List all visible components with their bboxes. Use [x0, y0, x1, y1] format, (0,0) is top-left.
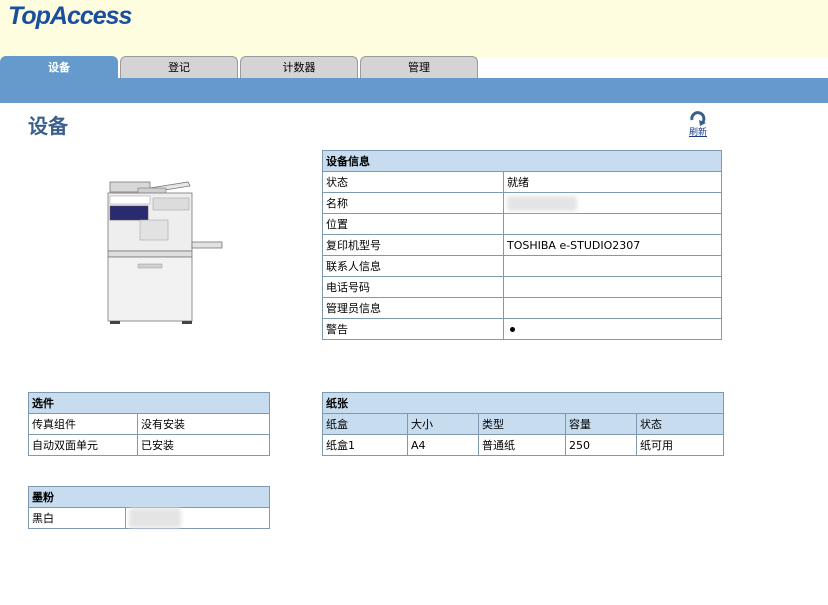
fax-value: 没有安装: [137, 413, 270, 435]
table-row: 自动双面单元 已安装: [28, 434, 270, 456]
size-cell: A4: [407, 434, 479, 456]
contact-label: 联系人信息: [322, 255, 504, 277]
status-label: 状态: [322, 171, 504, 193]
warning-label: 警告: [322, 318, 504, 340]
tab-registration[interactable]: 登记: [120, 56, 238, 78]
warning-bullet-icon: [510, 327, 515, 332]
sub-navigation-bar: [0, 78, 828, 103]
redacted-toner-level: [129, 508, 181, 528]
table-row: 电话号码: [322, 276, 722, 298]
name-label: 名称: [322, 192, 504, 214]
warning-value: [503, 318, 722, 340]
options-table: 选件 传真组件 没有安装 自动双面单元 已安装: [28, 392, 270, 456]
paper-table: 纸张 纸盒 大小 类型 容量 状态 纸盒1 A4 普通纸 250 纸可用: [322, 392, 724, 456]
phone-value: [503, 276, 722, 298]
contact-value: [503, 255, 722, 277]
toner-header: 墨粉: [28, 486, 270, 508]
options-header: 选件: [28, 392, 270, 414]
table-row: 状态 就绪: [322, 171, 722, 193]
fax-label: 传真组件: [28, 413, 138, 435]
column-header-size: 大小: [407, 413, 479, 435]
table-row: 传真组件 没有安装: [28, 413, 270, 435]
table-row: 复印机型号 TOSHIBA e-STUDIO2307: [322, 234, 722, 256]
tab-device[interactable]: 设备: [0, 56, 118, 78]
location-label: 位置: [322, 213, 504, 235]
admin-label: 管理员信息: [322, 297, 504, 319]
table-row: 纸盒1 A4 普通纸 250 纸可用: [322, 434, 724, 456]
refresh-label: 刷新: [688, 128, 707, 138]
table-row: 管理员信息: [322, 297, 722, 319]
table-row: 名称: [322, 192, 722, 214]
table-row: 位置: [322, 213, 722, 235]
printer-image: [107, 181, 223, 324]
admin-value: [503, 297, 722, 319]
model-label: 复印机型号: [322, 234, 504, 256]
device-info-header: 设备信息: [322, 150, 722, 172]
capacity-cell: 250: [565, 434, 637, 456]
top-header: TopAccess: [0, 0, 828, 58]
column-header-type: 类型: [478, 413, 566, 435]
status-value: 就绪: [503, 171, 722, 193]
page-title: 设备: [28, 114, 68, 138]
toner-black-label: 黑白: [28, 507, 126, 529]
toner-black-value: [125, 507, 270, 529]
toner-table: 墨粉 黑白: [28, 486, 270, 529]
column-header-tray: 纸盒: [322, 413, 408, 435]
name-value: [503, 192, 722, 214]
paper-status-cell: 纸可用: [636, 434, 724, 456]
column-header-status: 状态: [636, 413, 724, 435]
topaccess-logo: TopAccess: [8, 2, 132, 30]
type-cell: 普通纸: [478, 434, 566, 456]
location-value: [503, 213, 722, 235]
tray-cell: 纸盒1: [322, 434, 408, 456]
tab-administration[interactable]: 管理: [360, 56, 478, 78]
refresh-icon: [690, 111, 706, 126]
refresh-button[interactable]: 刷新: [684, 110, 712, 138]
phone-label: 电话号码: [322, 276, 504, 298]
redacted-name: [507, 195, 577, 211]
duplex-value: 已安装: [137, 434, 270, 456]
duplex-label: 自动双面单元: [28, 434, 138, 456]
model-value: TOSHIBA e-STUDIO2307: [503, 234, 722, 256]
table-row: 警告: [322, 318, 722, 340]
paper-header: 纸张: [322, 392, 724, 414]
table-row: 联系人信息: [322, 255, 722, 277]
tab-counter[interactable]: 计数器: [240, 56, 358, 78]
table-row: 黑白: [28, 507, 270, 529]
column-header-capacity: 容量: [565, 413, 637, 435]
device-info-table: 设备信息 状态 就绪 名称 位置 复印机型号 TOSHIBA e-STUDIO2…: [322, 150, 722, 340]
